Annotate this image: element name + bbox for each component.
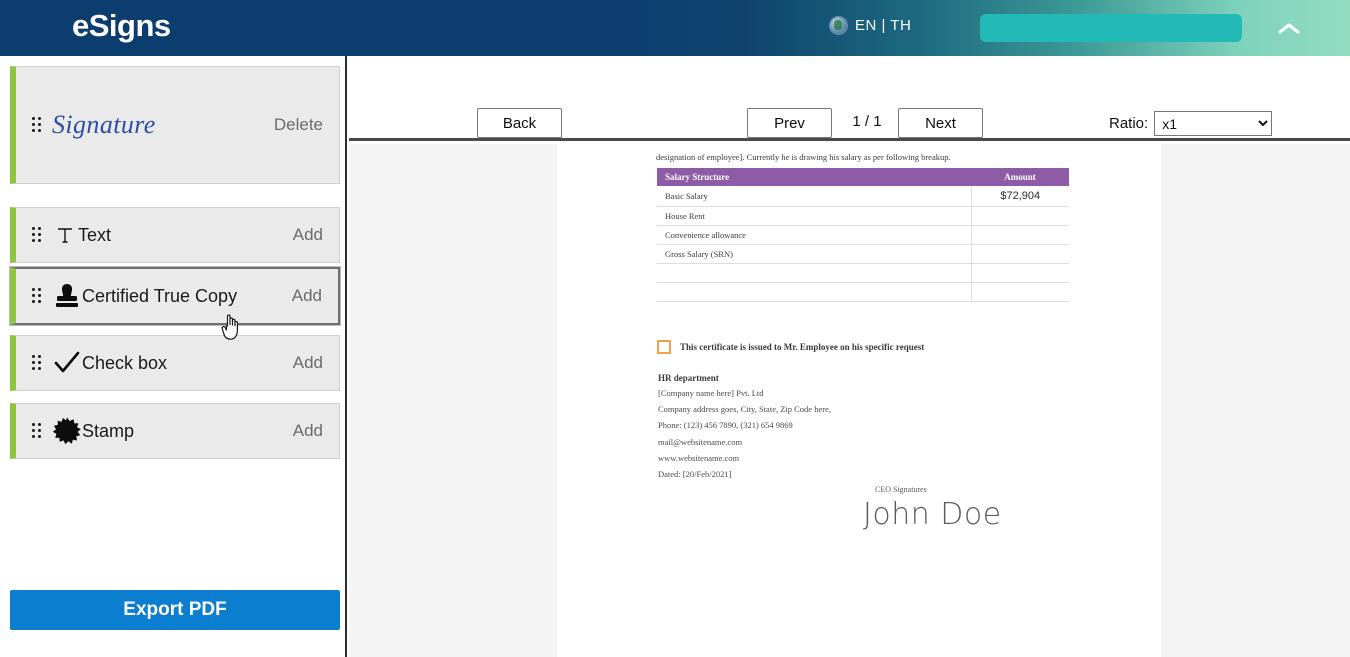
hr-department-title: HR department bbox=[658, 373, 831, 383]
sidebar-item-check-box[interactable]: Check box Add bbox=[10, 335, 340, 391]
ratio-label: Ratio: bbox=[1109, 115, 1148, 132]
table-row: Gross Salary (SRN) bbox=[657, 245, 1069, 264]
hr-department-line: Dated: [20/Feb/2021] bbox=[658, 469, 831, 479]
hr-department-line: Phone: (123) 456 7890, (321) 654 9869 bbox=[658, 420, 831, 430]
sidebar-item-text[interactable]: Text Add bbox=[10, 207, 340, 263]
sidebar-item-certified-true-copy[interactable]: Certified True Copy Add bbox=[10, 267, 340, 325]
sidebar-item-stamp[interactable]: Stamp Add bbox=[10, 403, 340, 459]
cell-amount bbox=[971, 264, 1069, 283]
viewer-toolbar: Back Prev 1 / 1 Next Ratio: x1x2x3 bbox=[349, 56, 1350, 141]
cell-label: Convenience allowance bbox=[657, 226, 971, 245]
text-icon bbox=[52, 225, 78, 245]
hr-department-line: mail@websitename.com bbox=[658, 437, 831, 447]
sidebar-item-label: Check box bbox=[82, 353, 293, 374]
certificate-checkbox[interactable] bbox=[657, 340, 671, 354]
ratio-select[interactable]: x1x2x3 bbox=[1154, 111, 1272, 136]
collapse-header-button[interactable] bbox=[1272, 16, 1306, 42]
table-row: Basic Salary$72,904 bbox=[657, 186, 1069, 207]
cell-amount: $72,904 bbox=[971, 186, 1069, 207]
sidebar-item-label: Signature bbox=[52, 110, 274, 140]
cell-amount bbox=[971, 245, 1069, 264]
checkmark-icon bbox=[52, 351, 82, 375]
fields-sidebar: Signature Delete Text Add Certified True… bbox=[0, 56, 347, 657]
table-header-row: Salary Structure Amount bbox=[657, 168, 1069, 186]
chevron-up-icon bbox=[1278, 22, 1300, 36]
add-text-button[interactable]: Add bbox=[293, 225, 323, 245]
column-header-salary-structure: Salary Structure bbox=[657, 168, 971, 186]
page-indicator: 1 / 1 bbox=[841, 113, 893, 130]
back-button[interactable]: Back bbox=[477, 108, 562, 138]
hr-department-line: www.websitename.com bbox=[658, 453, 831, 463]
cell-label bbox=[657, 264, 971, 283]
document-viewer: Back Prev 1 / 1 Next Ratio: x1x2x3 desig… bbox=[349, 56, 1350, 657]
app-header: eSigns EN | TH bbox=[0, 0, 1350, 56]
export-pdf-button[interactable]: Export PDF bbox=[10, 590, 340, 630]
prev-page-button[interactable]: Prev bbox=[747, 108, 832, 138]
app-logo: eSigns bbox=[72, 8, 171, 44]
document-canvas[interactable]: designation of employee]. Currently he i… bbox=[349, 144, 1350, 657]
sidebar-item-signature[interactable]: Signature Delete bbox=[10, 66, 340, 184]
next-page-button[interactable]: Next bbox=[898, 108, 983, 138]
drag-handle-icon[interactable] bbox=[32, 227, 48, 243]
add-certified-true-copy-button[interactable]: Add bbox=[292, 286, 322, 306]
document-intro-text: designation of employee]. Currently he i… bbox=[656, 152, 1156, 163]
hr-department-line: Company address goes, City, State, Zip C… bbox=[658, 404, 831, 414]
sidebar-item-label: Text bbox=[78, 225, 293, 246]
globe-icon bbox=[830, 17, 847, 34]
ceo-signature-label: CEO Signatures bbox=[875, 485, 927, 494]
cell-amount bbox=[971, 226, 1069, 245]
table-row: Convenience allowance bbox=[657, 226, 1069, 245]
hr-department-line: [Company name here] Pvt. Ltd bbox=[658, 388, 831, 398]
seal-icon bbox=[52, 416, 82, 446]
placed-signature-field[interactable]: John Doe bbox=[863, 497, 1002, 532]
table-row bbox=[657, 283, 1069, 302]
drag-handle-icon[interactable] bbox=[32, 117, 48, 133]
cell-label bbox=[657, 283, 971, 302]
hr-department-block: HR department [Company name here] Pvt. L… bbox=[658, 373, 831, 485]
salary-structure-table: Salary Structure Amount Basic Salary$72,… bbox=[657, 168, 1069, 302]
add-check-box-button[interactable]: Add bbox=[293, 353, 323, 373]
cell-label: Basic Salary bbox=[657, 186, 971, 207]
language-switcher[interactable]: EN | TH bbox=[830, 17, 911, 34]
cell-label: Gross Salary (SRN) bbox=[657, 245, 971, 264]
delete-signature-button[interactable]: Delete bbox=[274, 115, 323, 135]
stamp-pad-icon bbox=[52, 282, 82, 310]
sidebar-item-label: Stamp bbox=[82, 421, 293, 442]
cell-label: House Rent bbox=[657, 207, 971, 226]
search-input[interactable] bbox=[980, 14, 1242, 42]
table-row bbox=[657, 264, 1069, 283]
drag-handle-icon[interactable] bbox=[32, 423, 48, 439]
cell-amount bbox=[971, 283, 1069, 302]
document-page[interactable]: designation of employee]. Currently he i… bbox=[557, 144, 1161, 657]
certificate-note-text: This certificate is issued to Mr. Employ… bbox=[680, 342, 924, 352]
ratio-control: Ratio: x1x2x3 bbox=[1109, 111, 1272, 136]
drag-handle-icon[interactable] bbox=[32, 355, 48, 371]
cell-amount bbox=[971, 207, 1069, 226]
table-row: House Rent bbox=[657, 207, 1069, 226]
language-label[interactable]: EN | TH bbox=[855, 17, 911, 34]
add-stamp-button[interactable]: Add bbox=[293, 421, 323, 441]
certificate-note-row: This certificate is issued to Mr. Employ… bbox=[657, 340, 924, 354]
sidebar-item-label: Certified True Copy bbox=[82, 286, 292, 307]
drag-handle-icon[interactable] bbox=[32, 288, 48, 304]
column-header-amount: Amount bbox=[971, 168, 1069, 186]
